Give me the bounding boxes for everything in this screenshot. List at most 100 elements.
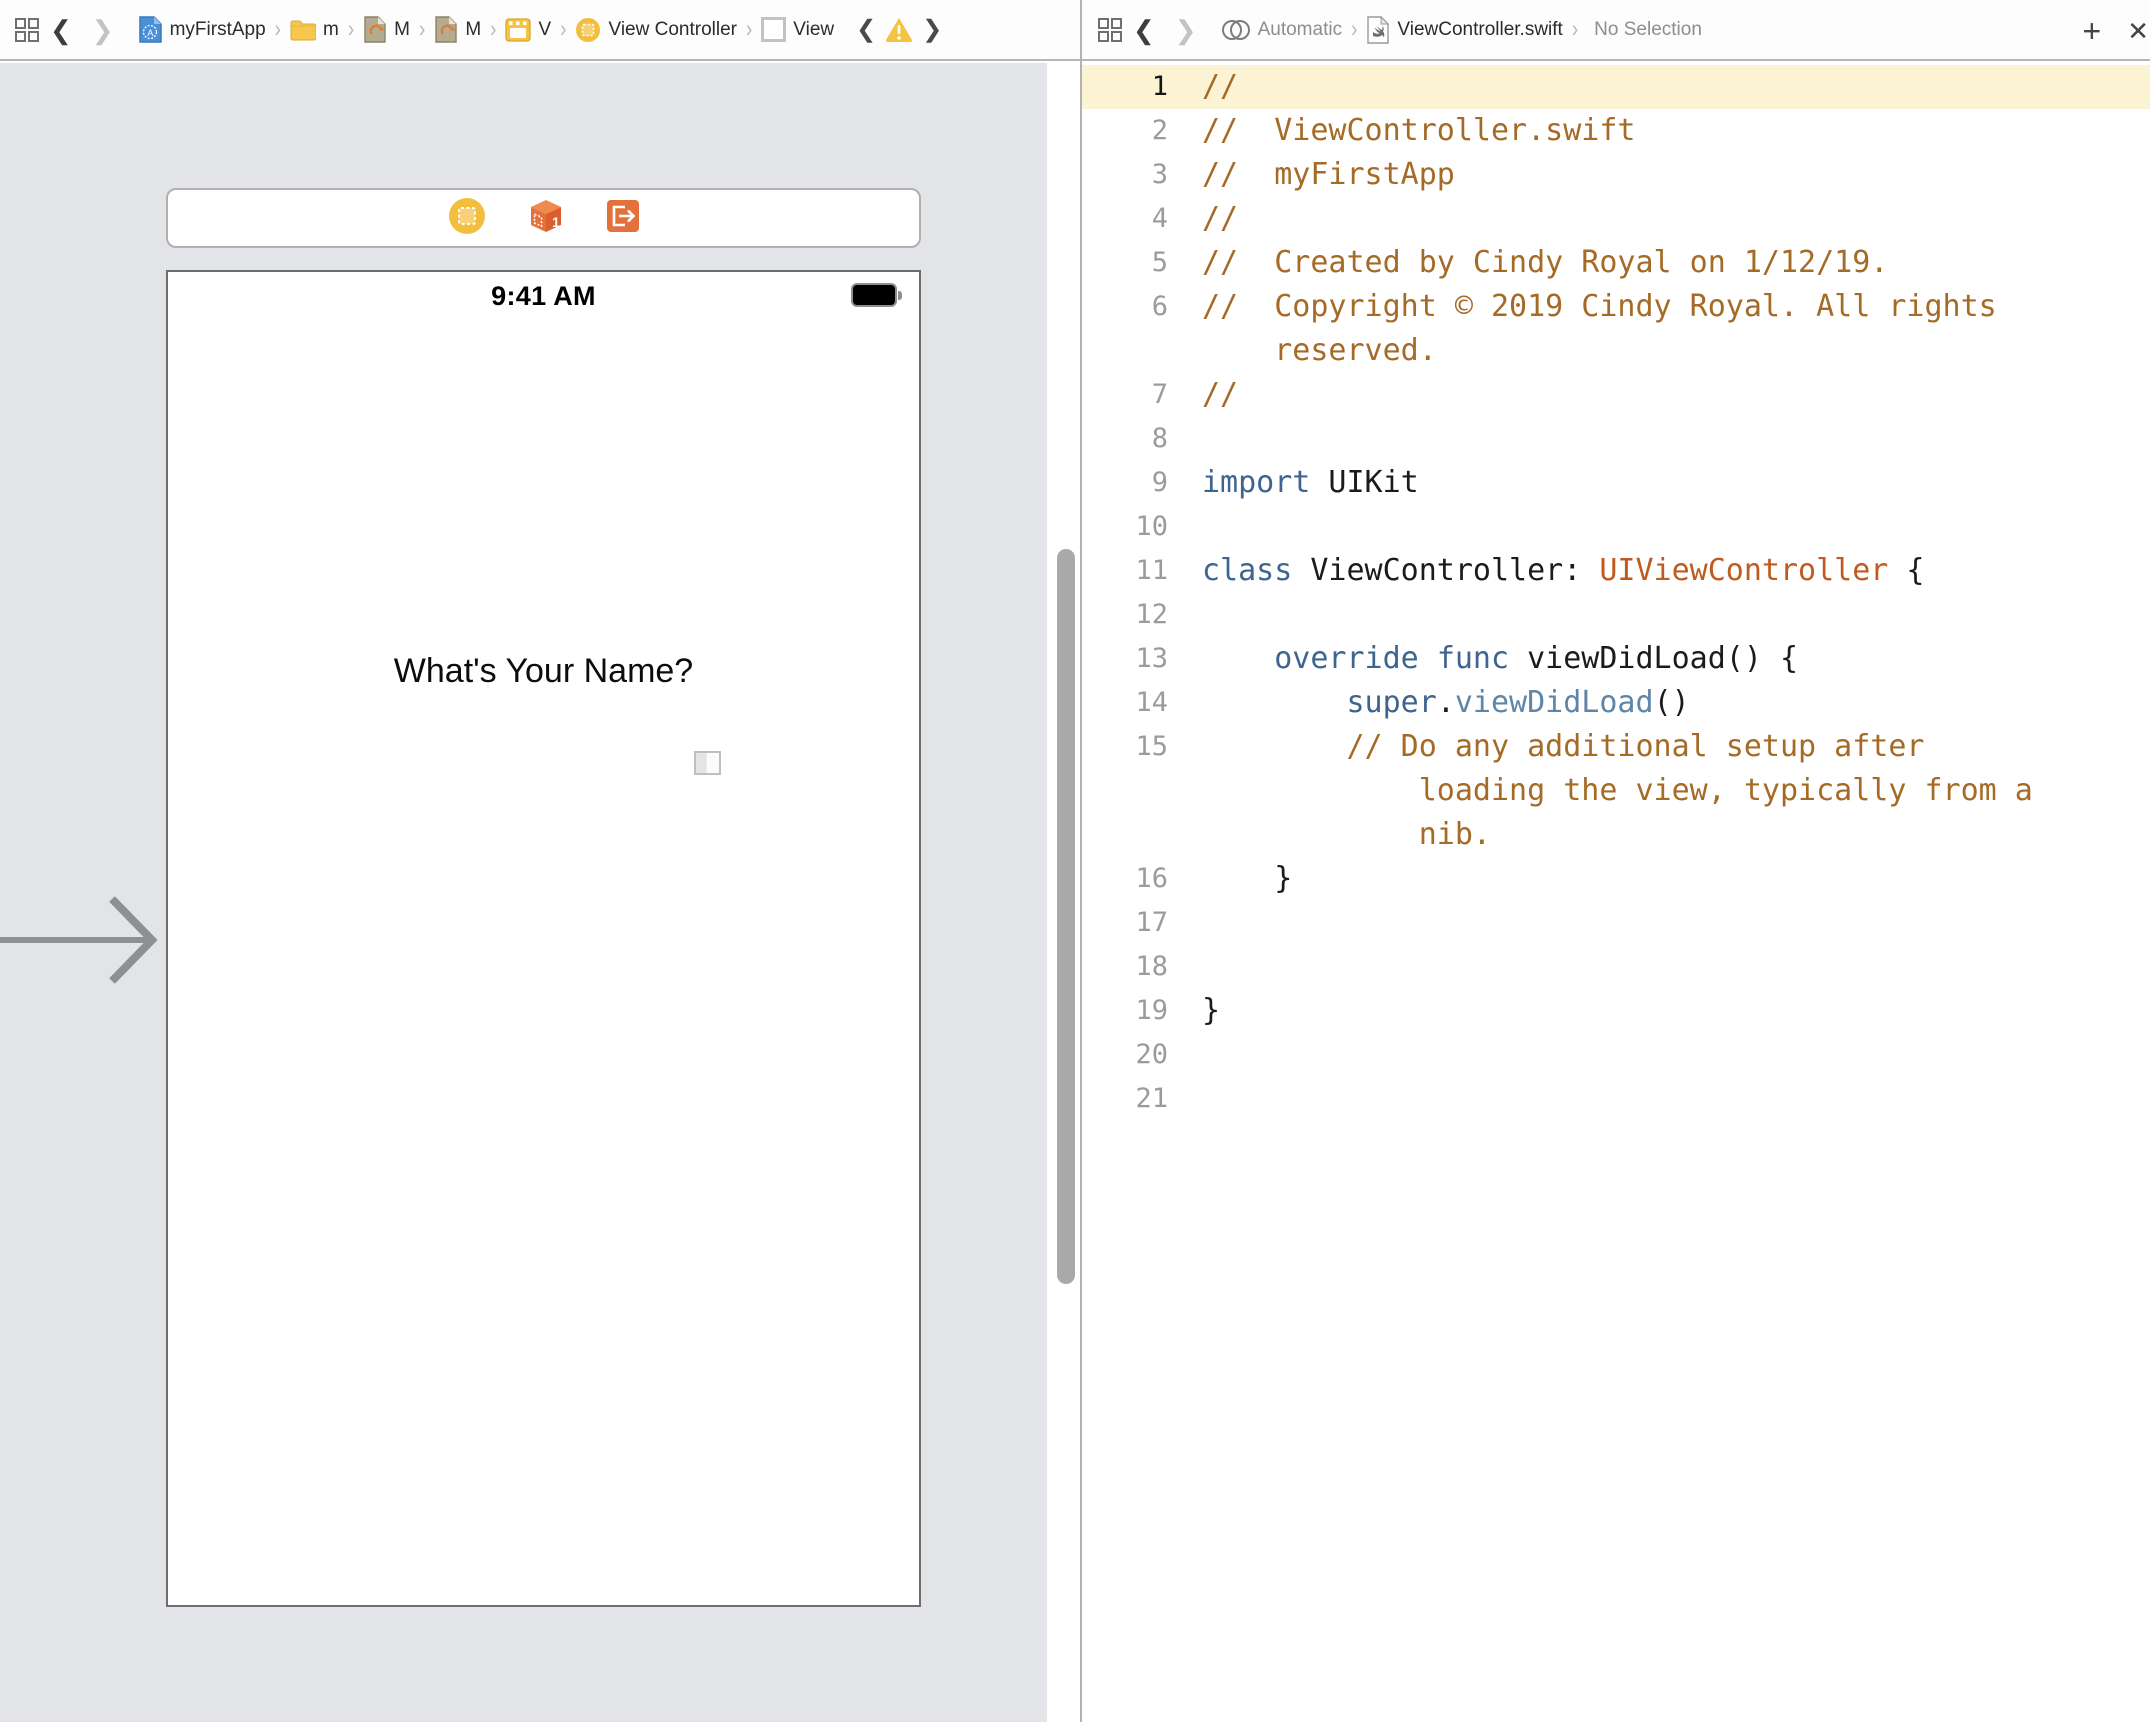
code-line[interactable]: 12 [1082,593,2150,637]
source-editor[interactable]: 1//2// ViewController.swift3// myFirstAp… [1082,63,2150,1722]
back-button[interactable]: ❮ [1123,17,1165,43]
editor-jump-bar: ❮ ❯ Automatic›ViewController.swift›No Se… [1081,0,2150,61]
code-line[interactable]: 11class ViewController: UIViewController… [1082,549,2150,593]
code-line[interactable]: 2// ViewController.swift [1082,109,2150,153]
line-number: 8 [1082,417,1182,461]
breadcrumb-item[interactable]: View Controller [575,17,736,43]
line-number: 13 [1082,637,1182,681]
line-number: 1 [1082,65,1182,109]
warning-icon[interactable] [884,16,914,43]
storyboard-canvas[interactable]: 1 9:41 AM What's Your Name? [0,63,1081,1722]
code-text [1182,945,1220,989]
related-items-icon[interactable] [1097,17,1123,43]
breadcrumb-separator: › [481,16,505,43]
breadcrumb-label: myFirstApp [170,19,266,41]
code-line[interactable]: 20 [1082,1033,2150,1077]
forward-button[interactable]: ❯ [1165,17,1207,43]
breadcrumb-separator: › [266,16,290,43]
code-line[interactable]: 10 [1082,505,2150,549]
line-number: 19 [1082,989,1182,1033]
editor-breadcrumb: Automatic›ViewController.swift›No Select… [1221,16,1702,44]
xcode-window: ❮ ❯ AmyFirstApp›m›M›M›V›View Controller›… [0,0,2150,1722]
scrollbar-thumb[interactable] [1057,549,1075,1284]
line-number: 2 [1082,109,1182,153]
breadcrumb-item[interactable]: AmyFirstApp [138,16,266,43]
code-text [1182,901,1220,945]
code-line[interactable]: 6// Copyright © 2019 Cindy Royal. All ri… [1082,285,2150,373]
line-number: 4 [1082,197,1182,241]
code-line[interactable]: 16 } [1082,857,2150,901]
code-line[interactable]: 3// myFirstApp [1082,153,2150,197]
code-text: } [1182,857,1292,901]
storyboard-file-icon [434,16,458,43]
exit-icon[interactable] [606,199,640,238]
breadcrumb-item[interactable]: No Selection [1587,19,1702,41]
close-editor-icon[interactable]: ✕ [2114,18,2150,44]
swift-file-icon [1366,16,1390,44]
related-items-icon[interactable] [14,17,40,43]
svg-text:A: A [147,28,153,38]
line-number: 11 [1082,549,1182,593]
add-editor-icon[interactable]: + [2070,15,2115,47]
code-line[interactable]: 19} [1082,989,2150,1033]
ib-breadcrumb: AmyFirstApp›m›M›M›V›View Controller›View [138,16,835,43]
status-bar: 9:41 AM [168,272,919,324]
breadcrumb-separator: › [1563,16,1587,44]
breadcrumb-item[interactable]: V [505,18,551,42]
line-number: 18 [1082,945,1182,989]
issue-navigation: ❮ ❯ [848,15,950,44]
breadcrumb-label: M [465,19,481,41]
editor-actions: + ✕ [2070,0,2150,61]
code-text: // [1182,65,1238,109]
whats-your-name-label[interactable]: What's Your Name? [394,652,693,691]
code-line[interactable]: 21 [1082,1077,2150,1121]
breadcrumb-separator: › [551,16,575,43]
code-line[interactable]: 18 [1082,945,2150,989]
previous-issue-button[interactable]: ❮ [848,15,884,44]
breadcrumb-label: V [538,19,551,41]
code-area[interactable]: 1//2// ViewController.swift3// myFirstAp… [1082,63,2150,1121]
code-line[interactable]: 5// Created by Cindy Royal on 1/12/19. [1082,241,2150,285]
line-number: 14 [1082,681,1182,725]
view-controller-view[interactable]: 9:41 AM What's Your Name? [166,270,921,1607]
scrollbar-track[interactable] [1047,63,1080,1722]
view-controller-icon[interactable] [448,197,486,240]
entry-point-arrow[interactable] [0,891,164,994]
code-line[interactable]: 17 [1082,901,2150,945]
line-number: 7 [1082,373,1182,417]
breadcrumb-item[interactable]: M [363,16,410,43]
line-number: 16 [1082,857,1182,901]
code-line[interactable]: 13 override func viewDidLoad() { [1082,637,2150,681]
code-line[interactable]: 7// [1082,373,2150,417]
breadcrumb-item[interactable]: View [761,17,834,42]
battery-icon [851,283,897,307]
code-text [1182,1077,1220,1121]
back-button[interactable]: ❮ [40,17,82,43]
code-line[interactable]: 14 super.viewDidLoad() [1082,681,2150,725]
project-icon: A [138,16,163,43]
code-text: super.viewDidLoad() [1182,681,1690,725]
breadcrumb-item[interactable]: m [290,19,339,41]
breadcrumb-item[interactable]: M [434,16,481,43]
code-line[interactable]: 9import UIKit [1082,461,2150,505]
breadcrumb-item[interactable]: Automatic [1221,17,1342,43]
code-text: // ViewController.swift [1182,109,1635,153]
line-number: 12 [1082,593,1182,637]
code-line[interactable]: 4// [1082,197,2150,241]
view-icon [761,17,786,42]
code-line[interactable]: 8 [1082,417,2150,461]
next-issue-button[interactable]: ❯ [914,15,950,44]
first-responder-icon[interactable]: 1 [528,198,564,239]
code-line[interactable]: 15 // Do any additional setup after load… [1082,725,2150,857]
breadcrumb-label: ViewController.swift [1397,19,1562,41]
breadcrumb-item[interactable]: ViewController.swift [1366,16,1562,44]
code-text [1182,417,1220,461]
line-number: 5 [1082,241,1182,285]
pane-divider[interactable] [1080,0,1082,1722]
empty-text-field[interactable] [694,751,721,775]
code-text [1182,593,1220,637]
code-text: // myFirstApp [1182,153,1455,197]
code-text [1182,505,1220,549]
code-line[interactable]: 1// [1082,65,2150,109]
forward-button[interactable]: ❯ [82,17,124,43]
